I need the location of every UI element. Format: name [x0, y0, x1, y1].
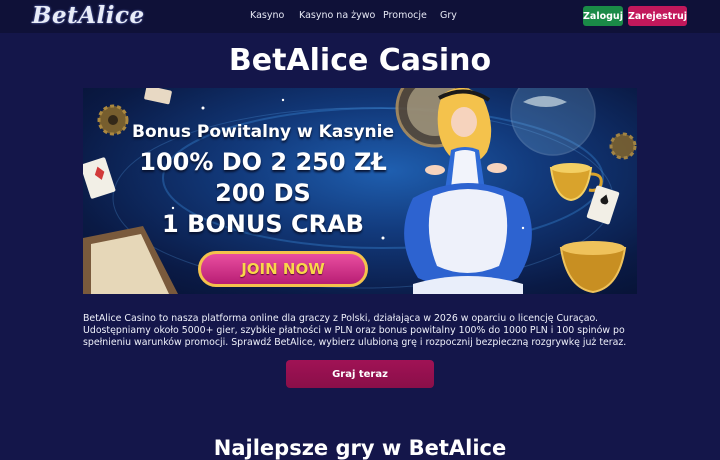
nav-item-kasyno[interactable]: Kasyno — [250, 10, 284, 21]
page-title: BetAlice Casino — [228, 43, 492, 78]
join-now-button[interactable]: JOIN NOW — [198, 251, 368, 287]
site-header: BetAlice Kasyno Kasyno na żywo Promocje … — [0, 0, 720, 33]
login-button[interactable]: Zaloguj — [583, 6, 623, 26]
banner-headline: Bonus Powitalny w Kasynie — [131, 122, 394, 142]
register-button[interactable]: Zarejestruj — [628, 6, 687, 26]
banner-bonus-crab: 1 BONUS CRAB — [162, 210, 364, 238]
banner-bonus-amount: 100% DO 2 250 ZŁ — [139, 148, 387, 176]
play-now-button[interactable]: Graj teraz — [286, 360, 434, 388]
best-games-heading: Najlepsze gry w BetAlice — [213, 436, 507, 460]
teacup-icon — [559, 241, 627, 294]
nav-item-kasyno-na-zywo[interactable]: Kasyno na żywo — [299, 10, 375, 21]
nav-item-gry[interactable]: Gry — [440, 10, 457, 21]
nav-item-promocje[interactable]: Promocje — [383, 10, 427, 21]
casino-description: BetAlice Casino to nasza platforma onlin… — [83, 313, 627, 349]
teacup-icon — [549, 163, 603, 202]
banner-free-spins: 200 DS — [215, 179, 311, 207]
promo-banner[interactable]: Bonus Powitalny w Kasynie 100% DO 2 250 … — [83, 88, 637, 294]
